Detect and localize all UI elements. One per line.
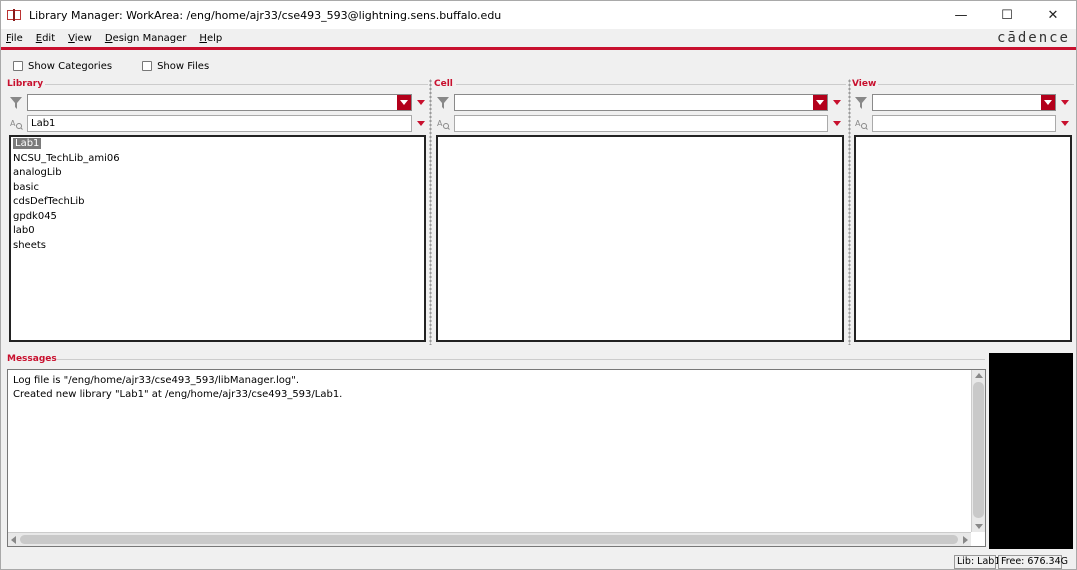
list-item[interactable]: basic xyxy=(11,181,424,196)
list-item[interactable]: NCSU_TechLib_ami06 xyxy=(11,152,424,167)
library-pane: Library A Lab1 Lab1 NCSU_TechLib_ami06 a… xyxy=(7,79,428,345)
view-list[interactable] xyxy=(854,135,1072,342)
view-name-field[interactable] xyxy=(872,115,1056,132)
list-item[interactable]: lab0 xyxy=(11,224,424,239)
messages-panel: Messages Log file is "/eng/home/ajr33/cs… xyxy=(1,351,1076,551)
text-search-icon: A xyxy=(436,117,450,131)
scroll-up-icon[interactable] xyxy=(975,373,983,378)
menu-help[interactable]: Help xyxy=(198,33,223,44)
chevron-down-icon[interactable] xyxy=(1059,115,1071,132)
list-item[interactable]: gpdk045 xyxy=(11,210,424,225)
filter-icon xyxy=(854,96,868,110)
checkbox-box[interactable] xyxy=(13,61,23,71)
library-name-value: Lab1 xyxy=(31,118,56,129)
chevron-down-icon[interactable] xyxy=(831,94,843,111)
cell-filter-combo[interactable] xyxy=(454,94,828,111)
filter-icon xyxy=(436,96,450,110)
book-icon xyxy=(7,8,23,22)
chevron-down-icon[interactable] xyxy=(1059,94,1071,111)
menu-edit[interactable]: Edit xyxy=(35,33,56,44)
window-controls: — ☐ ✕ xyxy=(938,1,1076,29)
message-line: Log file is "/eng/home/ajr33/cse493_593/… xyxy=(13,375,300,386)
view-pane: View A xyxy=(852,79,1074,345)
title-bar: Library Manager: WorkArea: /eng/home/ajr… xyxy=(1,1,1076,29)
cadence-logo: cādence xyxy=(996,30,1070,46)
menu-file[interactable]: File xyxy=(5,33,24,44)
svg-text:A: A xyxy=(855,119,861,128)
vertical-scrollbar[interactable] xyxy=(971,370,985,532)
minimize-button[interactable]: — xyxy=(938,1,984,29)
cell-pane: Cell A xyxy=(434,79,846,345)
library-filter-combo[interactable] xyxy=(27,94,412,111)
svg-text:A: A xyxy=(10,119,16,128)
menu-bar: File Edit View Design Manager Help cāden… xyxy=(1,29,1076,48)
scroll-thumb[interactable] xyxy=(20,535,958,544)
list-item[interactable]: analogLib xyxy=(11,166,424,181)
list-item[interactable]: cdsDefTechLib xyxy=(11,195,424,210)
preview-area xyxy=(989,353,1073,549)
view-name-row: A xyxy=(852,115,1071,132)
svg-text:A: A xyxy=(437,119,443,128)
messages-title: Messages xyxy=(7,354,57,364)
dropdown-arrow-icon[interactable] xyxy=(1041,95,1055,110)
library-filter-row xyxy=(7,94,427,111)
library-manager-window: Library Manager: WorkArea: /eng/home/ajr… xyxy=(0,0,1077,570)
chevron-down-icon[interactable] xyxy=(415,94,427,111)
library-name-field[interactable]: Lab1 xyxy=(27,115,412,132)
cell-list[interactable] xyxy=(436,135,844,342)
show-files-label: Show Files xyxy=(157,60,210,72)
pane-splitter[interactable] xyxy=(429,79,432,345)
dropdown-arrow-icon[interactable] xyxy=(397,95,411,110)
show-categories-checkbox[interactable]: Show Categories xyxy=(13,61,112,72)
library-list[interactable]: Lab1 NCSU_TechLib_ami06 analogLib basic … xyxy=(9,135,426,342)
checkbox-box[interactable] xyxy=(142,61,153,71)
chevron-down-icon[interactable] xyxy=(831,115,843,132)
view-pane-title: View xyxy=(852,79,877,89)
window-title: Library Manager: WorkArea: /eng/home/ajr… xyxy=(29,8,502,22)
dropdown-arrow-icon[interactable] xyxy=(813,95,827,110)
show-files-checkbox[interactable]: Show Files xyxy=(142,61,209,72)
pane-splitter[interactable] xyxy=(848,79,851,345)
scroll-thumb[interactable] xyxy=(973,382,984,518)
messages-log[interactable]: Log file is "/eng/home/ajr33/cse493_593/… xyxy=(7,369,986,547)
message-line: Created new library "Lab1" at /eng/home/… xyxy=(13,389,343,400)
cell-name-field[interactable] xyxy=(454,115,828,132)
menu-design-manager[interactable]: Design Manager xyxy=(104,33,188,44)
text-search-icon: A xyxy=(854,117,868,131)
library-name-row: A Lab1 xyxy=(7,115,427,132)
view-filter-combo[interactable] xyxy=(872,94,1056,111)
filter-icon xyxy=(9,96,23,110)
menu-view[interactable]: View xyxy=(67,33,93,44)
cell-name-row: A xyxy=(434,115,843,132)
text-search-icon: A xyxy=(9,117,23,131)
scroll-down-icon[interactable] xyxy=(975,524,983,529)
close-button[interactable]: ✕ xyxy=(1030,1,1076,29)
list-item[interactable]: Lab1 xyxy=(11,137,424,152)
view-filter-row xyxy=(852,94,1071,111)
list-item[interactable]: sheets xyxy=(11,239,424,254)
chevron-down-icon[interactable] xyxy=(415,115,427,132)
accent-divider xyxy=(1,47,1076,50)
status-bar: Lib: Lab1 Free: 676.34G xyxy=(1,554,1076,570)
scroll-left-icon[interactable] xyxy=(11,536,16,544)
status-lib: Lib: Lab1 xyxy=(954,555,1000,569)
show-categories-label: Show Categories xyxy=(28,60,113,72)
scroll-right-icon[interactable] xyxy=(963,536,968,544)
cell-filter-row xyxy=(434,94,843,111)
options-toolbar: Show Categories Show Files xyxy=(1,57,1076,75)
status-free: Free: 676.34G xyxy=(998,555,1068,569)
maximize-button[interactable]: ☐ xyxy=(984,1,1030,29)
horizontal-scrollbar[interactable] xyxy=(8,532,971,546)
library-pane-title: Library xyxy=(7,79,44,89)
cell-pane-title: Cell xyxy=(434,79,453,89)
